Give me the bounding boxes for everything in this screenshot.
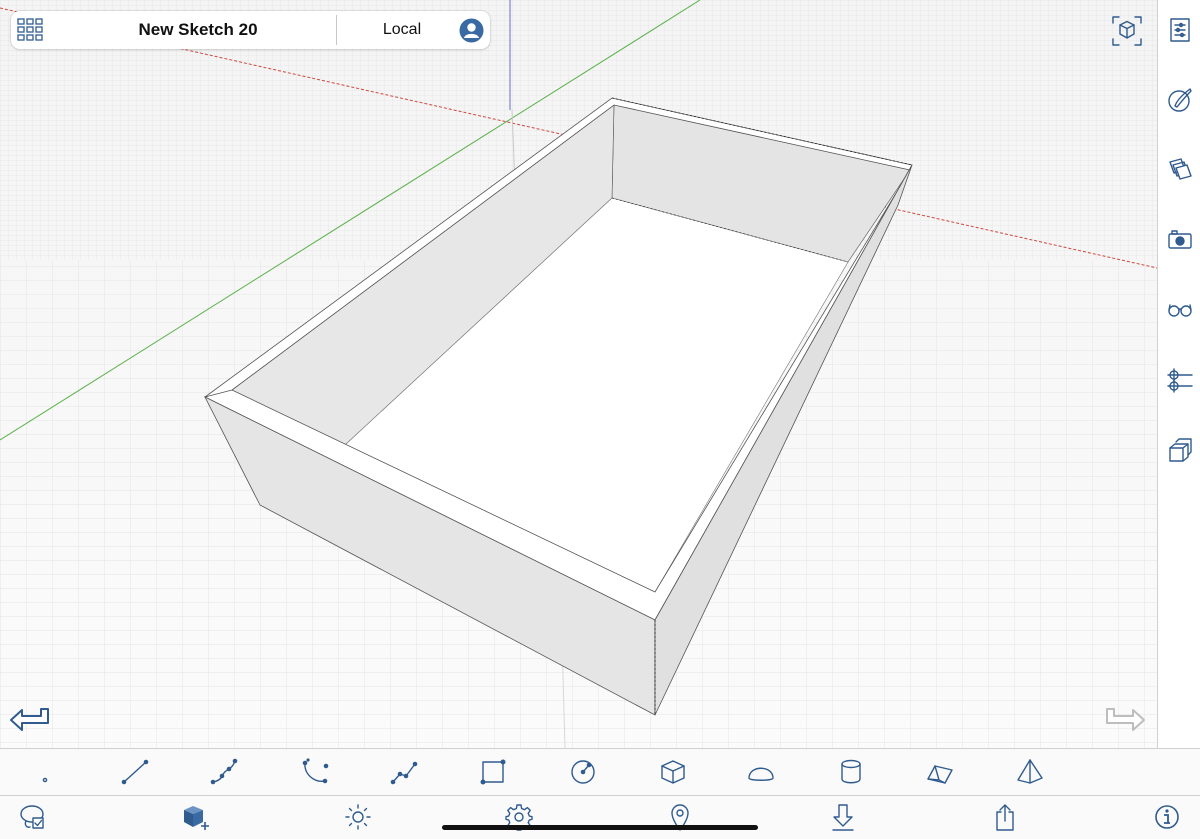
styles-icon[interactable]	[1166, 296, 1194, 324]
prism-tool-icon[interactable]	[925, 757, 955, 787]
user-icon[interactable]	[459, 18, 484, 43]
freehand-tool-icon[interactable]	[210, 757, 240, 787]
entity-info-icon[interactable]	[1166, 16, 1194, 44]
hemisphere-tool-icon[interactable]	[746, 757, 776, 787]
rectangle-tool-icon[interactable]	[478, 757, 508, 787]
undo-arrow-icon[interactable]	[8, 703, 52, 735]
shadows-icon[interactable]	[343, 802, 373, 832]
box-tool-icon[interactable]	[658, 757, 688, 787]
layers-icon[interactable]	[1166, 156, 1194, 184]
polyline-tool-icon[interactable]	[390, 757, 420, 787]
point-tool-icon[interactable]	[30, 757, 60, 787]
model-viewport[interactable]	[0, 0, 1157, 748]
line-tool-icon[interactable]	[120, 757, 150, 787]
document-title[interactable]: New Sketch 20	[63, 11, 333, 49]
arc-tool-icon[interactable]	[300, 757, 330, 787]
draw-tools-toolbar	[0, 748, 1200, 795]
model-canvas[interactable]	[0, 0, 1157, 748]
actions-toolbar	[0, 795, 1200, 839]
share-icon[interactable]	[990, 802, 1020, 832]
materials-icon[interactable]	[1166, 86, 1194, 114]
section-planes-icon[interactable]	[1166, 366, 1194, 394]
view-cube-icon[interactable]	[1110, 14, 1144, 48]
redo-arrow-icon[interactable]	[1103, 703, 1147, 735]
grid-icon[interactable]	[15, 15, 45, 45]
download-icon[interactable]	[828, 802, 858, 832]
home-indicator	[442, 825, 758, 830]
storage-location[interactable]: Local	[337, 11, 467, 49]
scenes-icon[interactable]	[1166, 226, 1194, 254]
pyramid-tool-icon[interactable]	[1015, 757, 1045, 787]
right-sidebar	[1157, 0, 1200, 748]
cylinder-tool-icon[interactable]	[836, 757, 866, 787]
select-lasso-icon[interactable]	[18, 802, 48, 832]
add-component-icon[interactable]	[180, 802, 210, 832]
components-icon[interactable]	[1166, 436, 1194, 464]
circle-tool-icon[interactable]	[568, 757, 598, 787]
info-icon[interactable]	[1152, 802, 1182, 832]
document-header: New Sketch 20 Local	[11, 11, 490, 49]
